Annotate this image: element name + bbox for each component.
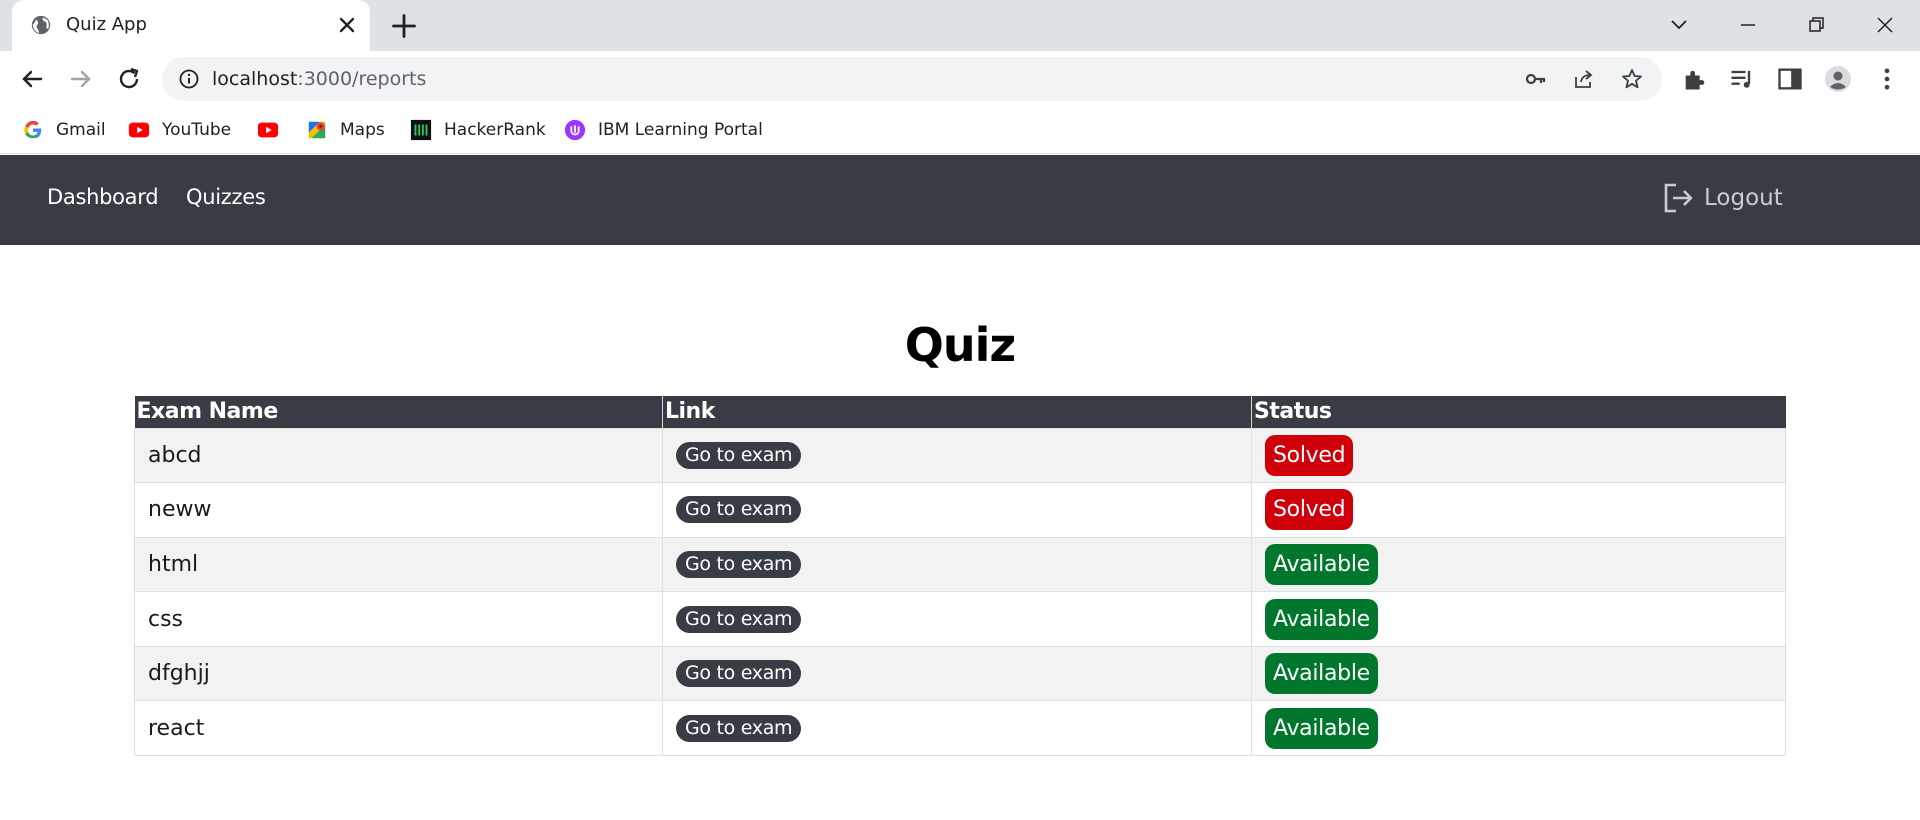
table-row: neww Go to exam Solved xyxy=(134,482,1786,538)
media-queue-icon[interactable] xyxy=(1728,65,1756,93)
header-status: Status xyxy=(1251,396,1786,428)
exam-name-cell: react xyxy=(134,700,663,757)
address-bar[interactable]: localhost:3000/reports xyxy=(162,57,1662,101)
youtube-icon xyxy=(257,122,279,138)
url-text: localhost:3000/reports xyxy=(212,68,426,90)
bookmark-ibm-learning-portal[interactable]: IBM Learning Portal xyxy=(564,115,763,145)
app-navbar: Dashboard Quizzes Logout xyxy=(0,155,1920,245)
hackerrank-icon xyxy=(410,119,432,141)
go-to-exam-button[interactable]: Go to exam xyxy=(676,660,802,688)
table-row: abcd Go to exam Solved xyxy=(134,427,1786,484)
restore-icon[interactable] xyxy=(1801,10,1831,40)
window-close-icon[interactable] xyxy=(1870,10,1900,40)
exam-name-cell: html xyxy=(134,536,663,593)
bookmark-label: IBM Learning Portal xyxy=(598,120,763,140)
header-exam-name: Exam Name xyxy=(134,396,663,428)
reload-icon[interactable] xyxy=(113,63,145,95)
go-to-exam-button[interactable]: Go to exam xyxy=(676,441,802,469)
more-menu-icon[interactable] xyxy=(1873,65,1901,93)
profile-avatar-icon[interactable] xyxy=(1824,65,1852,93)
maps-icon xyxy=(308,121,326,139)
exam-name-cell: neww xyxy=(134,482,663,538)
link-cell: Go to exam xyxy=(662,536,1252,593)
go-to-exam-button[interactable]: Go to exam xyxy=(676,496,802,524)
bookmark-gmail[interactable]: Gmail xyxy=(22,115,106,145)
bookmarks-bar: Gmail YouTube Maps HackerRank IBM Learni… xyxy=(0,107,1920,154)
go-to-exam-button[interactable]: Go to exam xyxy=(676,550,802,578)
exam-name-cell: abcd xyxy=(134,427,663,484)
logout-label: Logout xyxy=(1704,185,1783,211)
info-icon[interactable] xyxy=(178,68,200,90)
bookmark-youtube[interactable]: YouTube xyxy=(128,115,231,145)
status-cell: Solved xyxy=(1251,482,1786,538)
link-cell: Go to exam xyxy=(662,645,1252,702)
link-cell: Go to exam xyxy=(662,427,1252,484)
close-icon[interactable] xyxy=(335,13,359,37)
page-title: Quiz xyxy=(904,318,1016,372)
exam-name-cell: dfghjj xyxy=(134,645,663,702)
youtube-icon xyxy=(128,122,150,138)
bookmark-label: YouTube xyxy=(162,120,232,140)
chevron-down-icon[interactable] xyxy=(1664,10,1694,40)
link-cell: Go to exam xyxy=(662,591,1252,647)
new-tab-icon[interactable] xyxy=(390,12,418,40)
globe-icon xyxy=(31,15,51,35)
status-badge: Available xyxy=(1265,653,1378,695)
google-icon xyxy=(24,120,42,139)
table-row: css Go to exam Available xyxy=(134,591,1786,647)
table-row: react Go to exam Available xyxy=(134,700,1786,757)
minimize-icon[interactable] xyxy=(1733,10,1763,40)
logout-icon xyxy=(1664,183,1693,213)
url-host: localhost xyxy=(212,68,298,90)
browser-toolbar: localhost:3000/reports xyxy=(0,51,1920,107)
table-row: dfghjj Go to exam Available xyxy=(134,645,1786,702)
nav-link-quizzes[interactable]: Quizzes xyxy=(186,185,266,209)
go-to-exam-button[interactable]: Go to exam xyxy=(676,605,802,633)
url-path: :3000/reports xyxy=(297,68,427,90)
go-to-exam-button[interactable]: Go to exam xyxy=(676,714,802,742)
bookmark-label: Maps xyxy=(340,120,385,140)
status-cell: Available xyxy=(1251,591,1786,647)
bookmark-label: HackerRank xyxy=(444,120,546,140)
exam-name-cell: css xyxy=(134,591,663,647)
quiz-table: Exam Name Link Status abcd Go to exam So… xyxy=(134,396,1786,757)
key-icon[interactable] xyxy=(1524,67,1548,91)
status-cell: Available xyxy=(1251,645,1786,702)
extensions-icon[interactable] xyxy=(1681,65,1709,93)
status-cell: Solved xyxy=(1251,427,1786,484)
status-badge: Available xyxy=(1265,598,1378,640)
link-cell: Go to exam xyxy=(662,700,1252,757)
status-badge: Solved xyxy=(1265,489,1354,531)
nav-link-dashboard[interactable]: Dashboard xyxy=(47,185,159,209)
header-link: Link xyxy=(662,396,1252,428)
bookmark-label: Gmail xyxy=(56,120,106,140)
status-badge: Solved xyxy=(1265,434,1354,476)
side-panel-icon[interactable] xyxy=(1776,65,1804,93)
bookmark-maps[interactable]: Maps xyxy=(306,115,385,145)
share-icon[interactable] xyxy=(1572,67,1596,91)
tab-title: Quiz App xyxy=(66,14,147,35)
status-badge: Available xyxy=(1265,707,1378,749)
forward-arrow-icon[interactable] xyxy=(65,63,97,95)
ibm-learning-icon xyxy=(564,119,586,141)
logout-button[interactable]: Logout xyxy=(1662,181,1783,215)
status-cell: Available xyxy=(1251,700,1786,757)
bookmark-hackerrank[interactable]: HackerRank xyxy=(410,115,546,145)
back-arrow-icon[interactable] xyxy=(16,63,48,95)
browser-tabstrip: Quiz App xyxy=(0,0,1920,51)
table-row: html Go to exam Available xyxy=(134,536,1786,593)
status-badge: Available xyxy=(1265,543,1378,585)
status-cell: Available xyxy=(1251,536,1786,593)
browser-tab[interactable]: Quiz App xyxy=(12,0,370,51)
star-icon[interactable] xyxy=(1620,67,1644,91)
link-cell: Go to exam xyxy=(662,482,1252,538)
bookmark-youtube-2[interactable] xyxy=(257,115,291,145)
table-header-row: Exam Name Link Status xyxy=(134,396,1786,428)
